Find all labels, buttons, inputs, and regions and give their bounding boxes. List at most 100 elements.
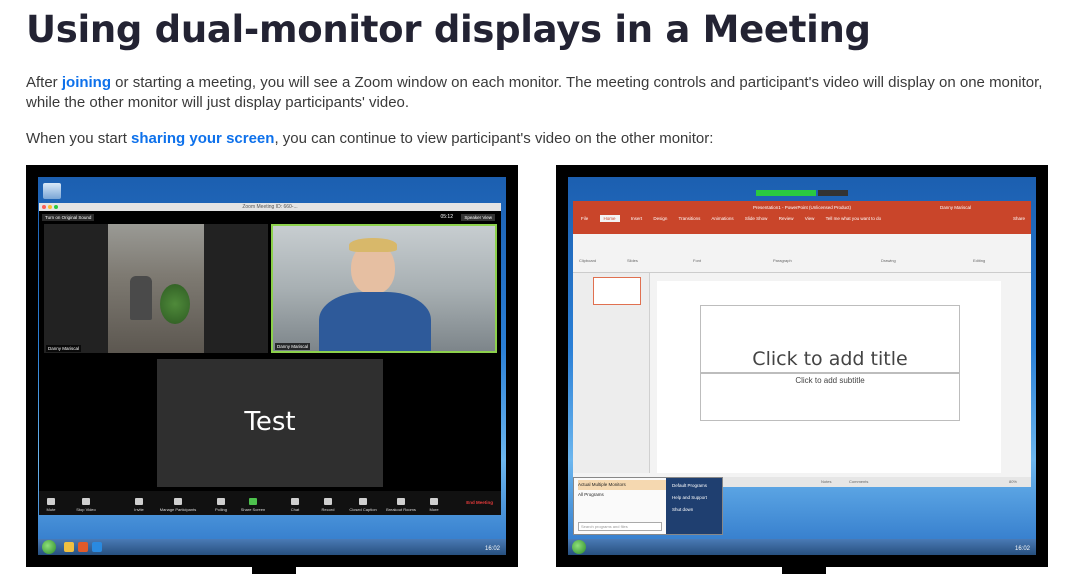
view-options-button[interactable]: [818, 190, 848, 196]
slide-canvas: Click to add title Click to add subtitle: [657, 281, 1001, 473]
ribbon-group-editing: Editing: [973, 258, 986, 263]
closed-caption-button[interactable]: Closed Caption: [343, 498, 383, 512]
ribbon-group-clipboard: Clipboard: [579, 258, 597, 263]
right-monitor-stand: [782, 567, 826, 574]
tab-view[interactable]: View: [805, 216, 815, 221]
meeting-controls-bar: Mute Stop Video Invite Manage Participan…: [39, 491, 501, 515]
title-placeholder-text: Click to add title: [752, 348, 908, 370]
start-search-input[interactable]: Search programs and files: [578, 522, 662, 531]
powerpoint-window: Presentation1 - PowerPoint (Unlicensed P…: [573, 201, 1031, 487]
plant-image: [160, 284, 190, 324]
title-placeholder[interactable]: Click to add title: [700, 305, 960, 373]
end-meeting-button[interactable]: End Meeting: [466, 500, 493, 505]
right-monitor-image: Presentation1 - PowerPoint (Unlicensed P…: [556, 165, 1048, 567]
tab-slide-show[interactable]: Slide Show: [745, 216, 768, 221]
sharing-text-after: , you can continue to view participant's…: [274, 130, 714, 147]
shut-down-button[interactable]: Shut down: [672, 504, 707, 516]
participant-name: Danny Mariscal: [275, 343, 311, 350]
comments-button[interactable]: Comments: [849, 477, 868, 487]
taskbar-clock: 16:02: [484, 546, 500, 552]
left-monitor-stand: [252, 567, 296, 574]
manage-participants-button[interactable]: Manage Participants: [158, 498, 198, 512]
closed-caption-icon: [359, 498, 367, 505]
user-name: Danny Mariscal: [939, 205, 971, 210]
participant-tile-2-active-speaker: Danny Mariscal: [271, 224, 497, 353]
powerpoint-title-bar: Presentation1 - PowerPoint (Unlicensed P…: [573, 201, 1031, 234]
speaker-view-button[interactable]: Speaker View: [461, 214, 495, 221]
intro-text-before: After: [26, 74, 62, 91]
taskbar-clock: 16:02: [1014, 546, 1030, 552]
zoom-meeting-window: Zoom Meeting ID: 660-... Turn on Origina…: [39, 203, 501, 515]
invite-button[interactable]: Invite: [119, 498, 159, 512]
subtitle-placeholder[interactable]: Click to add subtitle: [700, 373, 960, 421]
start-menu-item[interactable]: Actual Multiple Monitors: [578, 480, 666, 490]
media-player-icon[interactable]: [78, 542, 88, 552]
invite-person-icon: [135, 498, 143, 505]
more-button[interactable]: More: [414, 498, 454, 512]
zoom-title-bar: Zoom Meeting ID: 660-...: [39, 203, 501, 211]
breakout-rooms-icon: [397, 498, 405, 505]
tab-insert[interactable]: Insert: [631, 216, 642, 221]
notes-button[interactable]: Notes: [821, 477, 831, 487]
recycle-bin-icon: [43, 183, 61, 199]
sharing-paragraph: When you start sharing your screen, you …: [26, 129, 1046, 149]
stop-video-button[interactable]: Stop Video: [66, 498, 106, 512]
subtitle-placeholder-text: Click to add subtitle: [795, 376, 865, 385]
minimize-dot-icon[interactable]: [48, 205, 52, 209]
tab-design[interactable]: Design: [653, 216, 667, 221]
zoom-level[interactable]: 80%: [1009, 477, 1017, 487]
start-button-icon[interactable]: [572, 540, 586, 554]
polling-label: Polling: [214, 507, 227, 512]
left-monitor-image: Zoom Meeting ID: 660-... Turn on Origina…: [26, 165, 518, 567]
participant-tile-3: Test: [157, 359, 383, 487]
right-screen: Presentation1 - PowerPoint (Unlicensed P…: [568, 177, 1036, 555]
joining-link[interactable]: joining: [62, 74, 111, 91]
slide-thumbnail-1[interactable]: [593, 277, 641, 305]
maximize-dot-icon[interactable]: [54, 205, 58, 209]
zoom-taskbar-icon[interactable]: [92, 542, 102, 552]
breakout-rooms-label: Breakout Rooms: [386, 507, 416, 512]
start-menu-link[interactable]: Help and Support: [672, 492, 707, 504]
more-label: More: [429, 507, 439, 512]
video-camera-icon: [82, 498, 90, 505]
windows-start-menu: Actual Multiple Monitors All Programs De…: [573, 477, 723, 535]
tab-animations[interactable]: Animations: [711, 216, 733, 221]
start-menu-item[interactable]: All Programs: [578, 490, 666, 500]
original-sound-button[interactable]: Turn on Original Sound: [42, 214, 95, 221]
slide-thumbnail-pane: [573, 273, 650, 473]
meeting-timer: 05:12: [440, 214, 453, 220]
person-shirt-image: [319, 292, 431, 351]
mute-label: Mute: [46, 507, 56, 512]
page-title: Using dual-monitor displays in a Meeting: [26, 8, 871, 51]
tab-file[interactable]: File: [581, 216, 588, 221]
tell-me-box[interactable]: Tell me what you want to do: [826, 216, 882, 221]
sharing-text-before: When you start: [26, 130, 132, 147]
chat-label: Chat: [290, 507, 300, 512]
ribbon-group-paragraph: Paragraph: [773, 258, 792, 263]
invite-label: Invite: [134, 507, 144, 512]
ribbon-group-slides: Slides: [627, 258, 638, 263]
start-menu-link[interactable]: Default Programs: [672, 480, 707, 492]
ribbon-tabs: File Home Insert Design Transitions Anim…: [581, 215, 891, 222]
manage-participants-label: Manage Participants: [159, 507, 197, 512]
tab-transitions[interactable]: Transitions: [679, 216, 701, 221]
participant-tile-1: Danny Mariscal: [44, 224, 268, 353]
share-screen-button[interactable]: Share Screen: [233, 498, 273, 512]
tab-home[interactable]: Home: [599, 215, 620, 222]
intro-text-after: or starting a meeting, you will see a Zo…: [26, 74, 1043, 111]
start-button-icon[interactable]: [42, 540, 56, 554]
microphone-icon: [47, 498, 55, 505]
start-menu-programs: Actual Multiple Monitors All Programs: [578, 480, 666, 500]
explorer-icon[interactable]: [64, 542, 74, 552]
record-button[interactable]: Record: [308, 498, 348, 512]
share-button[interactable]: Share: [1013, 216, 1025, 221]
polling-icon: [217, 498, 225, 505]
sharing-your-screen-link[interactable]: sharing your screen: [131, 130, 274, 147]
ribbon: Clipboard Slides Font Paragraph Drawing …: [573, 234, 1031, 273]
stop-video-label: Stop Video: [76, 507, 96, 512]
office-shelf-image: [108, 224, 204, 353]
close-dot-icon[interactable]: [42, 205, 46, 209]
participant-label: Test: [244, 407, 296, 437]
tab-review[interactable]: Review: [779, 216, 794, 221]
figurine-image: [130, 276, 152, 320]
